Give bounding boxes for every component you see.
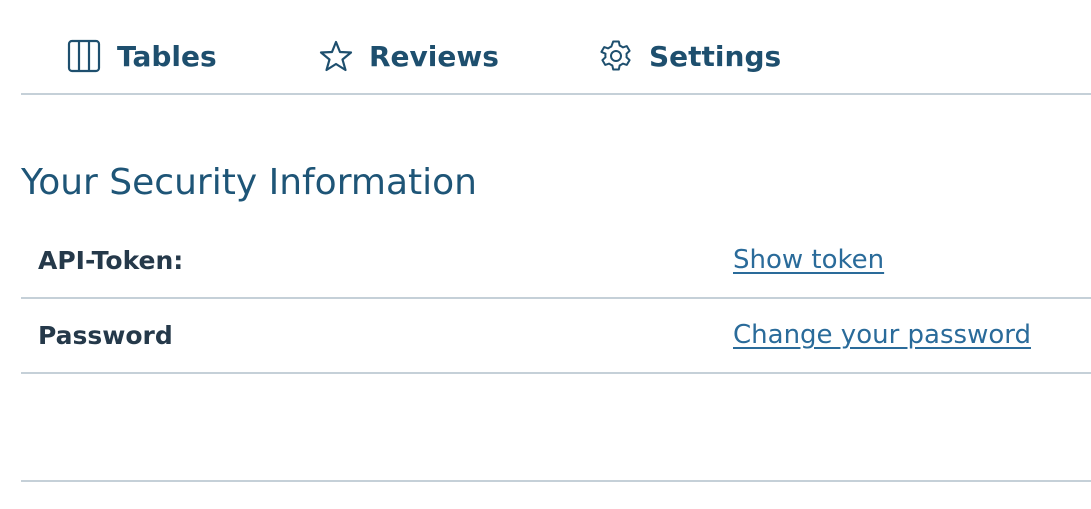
nav-item-settings[interactable]: Settings <box>599 34 781 78</box>
nav-item-tables[interactable]: Tables <box>67 34 217 78</box>
section-title: Your Security Information <box>21 162 477 203</box>
security-info-table: API-Token: Show token Password Change yo… <box>21 224 1091 374</box>
nav-label-reviews: Reviews <box>369 39 499 73</box>
star-icon <box>319 39 353 73</box>
show-token-link[interactable]: Show token <box>733 245 884 275</box>
bottom-divider <box>21 480 1091 482</box>
password-label: Password <box>38 321 173 350</box>
nav-item-reviews[interactable]: Reviews <box>319 34 499 78</box>
api-token-row: API-Token: Show token <box>21 224 1091 299</box>
nav-label-tables: Tables <box>117 39 217 73</box>
change-password-link[interactable]: Change your password <box>733 320 1031 350</box>
top-navigation: Tables Reviews Settings <box>21 0 1091 95</box>
nav-label-settings: Settings <box>649 39 782 73</box>
api-token-label: API-Token: <box>38 246 184 275</box>
gear-icon <box>599 39 633 73</box>
page: Tables Reviews Settings Your Security In… <box>0 0 1091 509</box>
password-row: Password Change your password <box>21 299 1091 374</box>
columns-icon <box>67 39 101 73</box>
